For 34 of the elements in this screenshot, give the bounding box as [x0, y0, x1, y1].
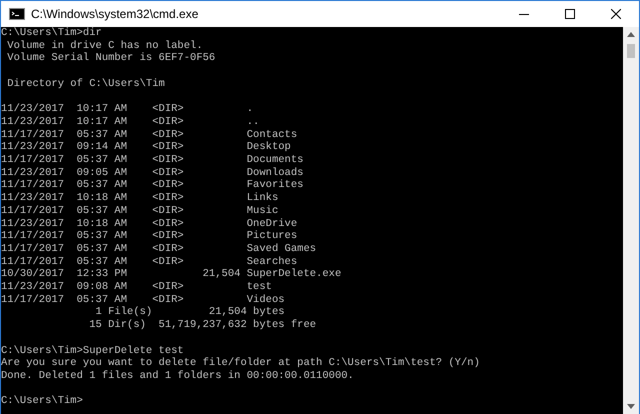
console-line: 11/23/2017 09:08 AM <DIR> test [1, 281, 272, 294]
console-line: 11/23/2017 10:17 AM <DIR> . [1, 103, 254, 116]
console-line: 11/17/2017 05:37 AM <DIR> Favorites [1, 179, 304, 192]
console-line: 11/17/2017 05:37 AM <DIR> Pictures [1, 230, 298, 243]
console-line: Done. Deleted 1 files and 1 folders in 00:00:00.0110000. [1, 370, 354, 383]
console-line: 11/23/2017 10:18 AM <DIR> OneDrive [1, 218, 298, 230]
console-line: 11/23/2017 09:05 AM <DIR> Downloads [1, 166, 304, 179]
console-line: C:\Users\Tim> [1, 395, 83, 408]
scrollbar[interactable] [623, 27, 639, 414]
console-line: Volume Serial Number is 6EF7-0F56 [6, 52, 216, 66]
console-line: 11/17/2017 05:37 AM <DIR> Contacts [1, 128, 298, 141]
console-line: 10/30/2017 12:33 PM 21,504 SuperDelete.exe [1, 268, 342, 281]
console-line: C:\Users\Tim>SuperDelete test [1, 344, 184, 357]
console-line: Volume in drive C has no label. [6, 40, 203, 52]
window-title: C:\Windows\system32\cmd.exe [31, 6, 198, 23]
console-line: Are you sure you want to delete file/folder at path C:\Users\Tim\test? (Y/n) [1, 357, 480, 370]
scroll-down-icon[interactable] [627, 404, 635, 409]
console-line: 11/17/2017 05:37 AM <DIR> Videos [1, 294, 285, 306]
console-line: 11/17/2017 05:37 AM <DIR> Music [1, 204, 278, 218]
console-line: 11/23/2017 10:17 AM <DIR> .. [1, 116, 260, 129]
console-line: 15 Dir(s) 51,719,237,632 bytes free [88, 319, 316, 332]
console-line: 1 File(s) 21,504 bytes [94, 306, 285, 319]
close-icon [611, 9, 621, 19]
console-line: C:\Users\Tim>dir [1, 27, 102, 40]
console-line: 11/23/2017 09:14 AM <DIR> Desktop [1, 141, 291, 154]
console-line: 11/23/2017 10:18 AM <DIR> Links [1, 192, 278, 205]
scrollbar-thumb[interactable] [627, 44, 635, 58]
terminal-icon [9, 8, 25, 20]
console-line: 11/17/2017 05:37 AM <DIR> Searches [1, 256, 298, 268]
maximize-icon [565, 9, 575, 19]
scroll-up-icon[interactable] [627, 32, 635, 37]
console-line: 11/17/2017 05:37 AM <DIR> Documents [1, 154, 304, 167]
console-line: Directory of C:\Users\Tim [6, 78, 165, 90]
console-line: 11/17/2017 05:37 AM <DIR> Saved Games [1, 242, 316, 256]
